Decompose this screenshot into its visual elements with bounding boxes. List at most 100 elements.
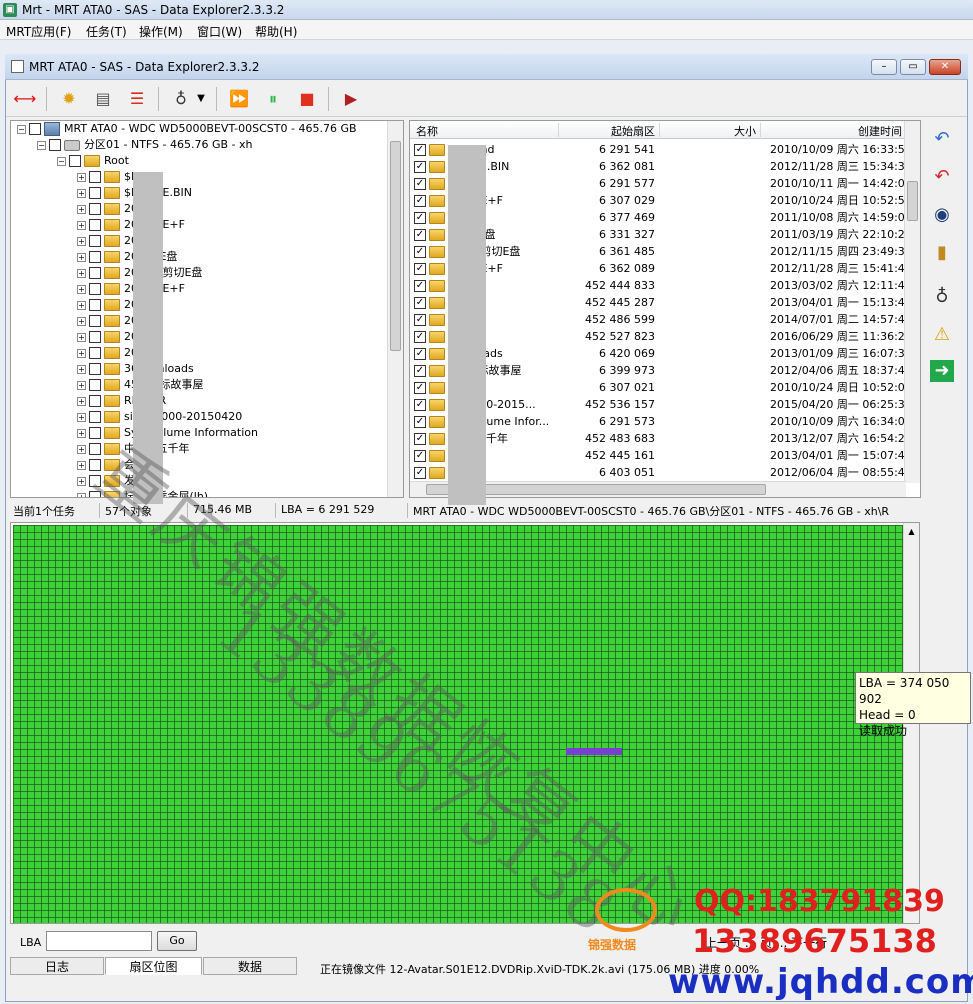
color-bars-icon[interactable]: ☰: [124, 87, 150, 111]
folder-icon: [104, 283, 120, 295]
row-checkbox[interactable]: ✓: [414, 314, 426, 326]
tab-sector-map[interactable]: 扇区位图: [105, 957, 202, 975]
row-sector: 452 527 823: [585, 330, 655, 343]
lba-input[interactable]: [46, 931, 152, 951]
sector-tooltip: LBA = 374 050 902 Head = 0 读取成功: [855, 672, 971, 738]
probe-side-icon[interactable]: ♁: [928, 284, 956, 310]
connect-icon[interactable]: ⟷: [12, 87, 38, 111]
folder-icon: [104, 187, 120, 199]
tree-item[interactable]: + Sy... Volume Information: [77, 425, 258, 441]
row-created: 2010/10/11 周一 14:42:03: [770, 177, 912, 190]
row-checkbox[interactable]: ✓: [414, 246, 426, 258]
folder-icon: [104, 411, 120, 423]
sector-grid[interactable]: [13, 525, 903, 923]
folder-icon: [429, 331, 445, 343]
folder-icon: [429, 416, 445, 428]
row-checkbox[interactable]: ✓: [414, 178, 426, 190]
status-lba: LBA = 6 291 529: [278, 503, 408, 518]
row-sector: 452 483 683: [585, 432, 655, 445]
row-created: 2013/01/09 周三 16:07:32: [770, 347, 912, 360]
row-sector: 6 291 573: [599, 415, 655, 428]
row-checkbox[interactable]: ✓: [414, 195, 426, 207]
row-created: 2011/03/19 周六 22:10:24: [770, 228, 912, 241]
next-arrow-icon[interactable]: ➜: [930, 360, 954, 382]
tree-item[interactable]: + 会: [77, 457, 135, 473]
play-forward-icon[interactable]: ⏩: [226, 87, 252, 111]
lba-label: LBA: [20, 936, 42, 949]
menu-help[interactable]: 帮助(H): [255, 23, 297, 40]
file-tool-icon[interactable]: ▤: [90, 87, 116, 111]
restore-button[interactable]: ▭: [900, 59, 926, 75]
row-created: 2013/04/01 周一 15:13:46: [770, 296, 912, 309]
row-checkbox[interactable]: ✓: [414, 144, 426, 156]
folder-icon: [104, 235, 120, 247]
tab-data[interactable]: 数据: [203, 957, 297, 975]
row-checkbox[interactable]: ✓: [414, 450, 426, 462]
row-checkbox[interactable]: ✓: [414, 399, 426, 411]
row-checkbox[interactable]: ✓: [414, 365, 426, 377]
tree-disk[interactable]: − MRT ATA0 - WDC WD5000BEVT-00SCST0 - 465…: [17, 121, 357, 137]
go-button[interactable]: Go: [157, 931, 197, 951]
row-checkbox[interactable]: ✓: [414, 331, 426, 343]
close-button[interactable]: ✕: [929, 59, 961, 75]
row-created: 2012/06/04 周一 08:55:40: [770, 466, 912, 479]
sector-bitmap[interactable]: ▲: [10, 522, 920, 924]
folder-icon: [429, 314, 445, 326]
folder-icon: [104, 379, 120, 391]
row-checkbox[interactable]: ✓: [414, 280, 426, 292]
menu-window[interactable]: 窗口(W): [197, 23, 242, 40]
menu-operation[interactable]: 操作(M): [139, 23, 183, 40]
folder-tree[interactable]: − MRT ATA0 - WDC WD5000BEVT-00SCST0 - 465…: [10, 120, 404, 498]
menu-mrt-app[interactable]: MRT应用(F): [6, 23, 71, 40]
tree-root[interactable]: − Root: [57, 153, 129, 169]
list-scrollbar[interactable]: [904, 121, 920, 483]
col-name[interactable]: 名称: [416, 123, 559, 138]
row-checkbox[interactable]: ✓: [414, 433, 426, 445]
row-checkbox[interactable]: ✓: [414, 161, 426, 173]
row-checkbox[interactable]: ✓: [414, 382, 426, 394]
tab-log[interactable]: 日志: [10, 957, 104, 975]
row-checkbox[interactable]: ✓: [414, 416, 426, 428]
row-checkbox[interactable]: ✓: [414, 263, 426, 275]
settings-gear-icon[interactable]: ✹: [56, 87, 82, 111]
folder-icon: [104, 395, 120, 407]
tree-partition[interactable]: − 分区01 - NTFS - 465.76 GB - xh: [37, 137, 253, 153]
marker-icon[interactable]: ▮: [928, 240, 956, 266]
redo-icon[interactable]: ↶: [928, 164, 956, 190]
col-size[interactable]: 大小: [661, 123, 761, 138]
tree-scrollbar[interactable]: [387, 121, 403, 497]
folder-icon: [429, 399, 445, 411]
folder-icon: [429, 382, 445, 394]
row-sector: 452 445 287: [585, 296, 655, 309]
col-start-sector[interactable]: 起始扇区: [560, 123, 660, 138]
row-sector: 452 444 833: [585, 279, 655, 292]
folder-icon: [104, 459, 120, 471]
folder-icon: [104, 491, 120, 497]
dropdown-chevron-icon[interactable]: ▼: [194, 87, 208, 111]
tree-item[interactable]: +20...24E+F: [77, 217, 185, 233]
menu-bar: MRT应用(F) 任务(T) 操作(M) 窗口(W) 帮助(H): [0, 20, 973, 40]
computer-icon: [44, 122, 60, 136]
minimize-button[interactable]: –: [871, 59, 897, 75]
tooltip-head: Head = 0: [859, 708, 916, 722]
pause-icon[interactable]: ⏸: [260, 87, 286, 111]
app-icon: ▣: [3, 3, 17, 17]
row-checkbox[interactable]: ✓: [414, 229, 426, 241]
menu-task[interactable]: 任务(T): [86, 23, 127, 40]
probe-icon[interactable]: ♁: [168, 87, 194, 111]
folder-icon: [429, 467, 445, 479]
pause-circle-icon[interactable]: ◉: [928, 202, 956, 228]
row-checkbox[interactable]: ✓: [414, 212, 426, 224]
row-sector: 6 307 021: [599, 381, 655, 394]
stop-icon[interactable]: ■: [294, 87, 320, 111]
row-checkbox[interactable]: ✓: [414, 297, 426, 309]
row-checkbox[interactable]: ✓: [414, 348, 426, 360]
undo-icon[interactable]: ↶: [928, 126, 956, 152]
row-checkbox[interactable]: ✓: [414, 467, 426, 479]
warning-icon[interactable]: ⚠: [928, 322, 956, 348]
row-created: 2012/11/28 周三 15:34:34: [770, 160, 912, 173]
folder-icon: [429, 365, 445, 377]
export-icon[interactable]: ▶: [338, 87, 364, 111]
tree-item[interactable]: +20...28E+F: [77, 281, 185, 297]
col-created[interactable]: 创建时间: [762, 123, 906, 138]
